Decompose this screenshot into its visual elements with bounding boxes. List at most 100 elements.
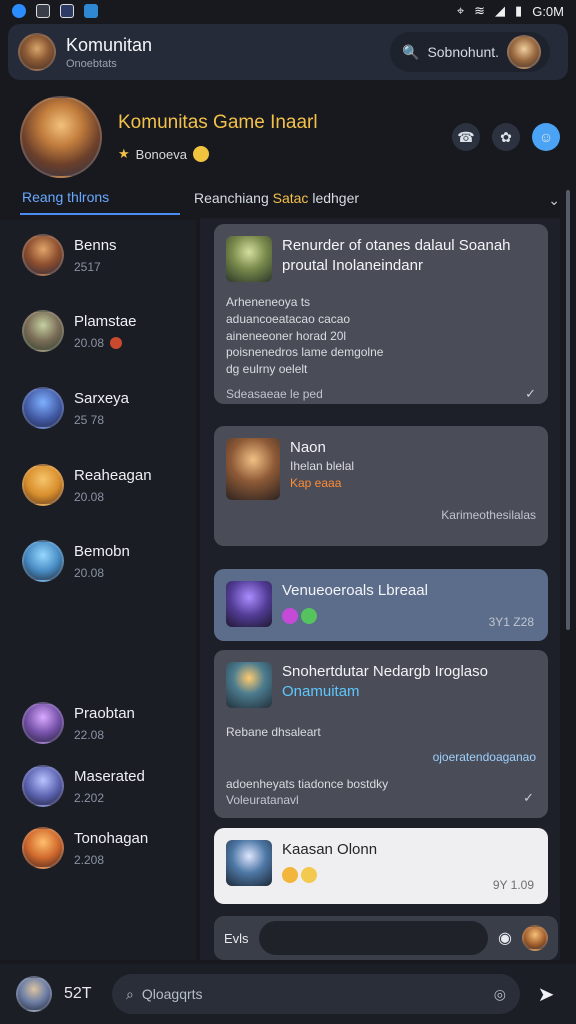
message-line: Kap eaaa: [290, 476, 342, 491]
contact-avatar: [22, 702, 64, 744]
emoji-icon: [282, 608, 298, 625]
tab-second-prefix: Reanchiang: [194, 190, 269, 206]
message-line: Ihelan blelal: [290, 459, 355, 474]
message-footer: 3Y1 Z28: [488, 615, 534, 629]
message-thumbnail: [226, 662, 272, 708]
send-icon[interactable]: ➤: [532, 982, 560, 1007]
composer-input[interactable]: [258, 921, 489, 955]
bottom-count: 52T: [64, 985, 92, 1002]
message-title: Kaasan Olonn: [282, 841, 378, 858]
mail-icon: [36, 4, 50, 18]
contact-name: Plamstae: [74, 312, 137, 330]
emoji-icon: [301, 608, 318, 625]
tab-strip: Reang thlrons Reanchiang Satac ledhger ⌄: [20, 184, 560, 216]
messenger-icon: [12, 4, 26, 18]
contact-item[interactable]: Sarxeya 25 78: [22, 387, 129, 429]
contact-time: 20.08: [74, 489, 105, 504]
search-text: Sobnohunt.: [427, 44, 500, 60]
app-title: Komunitan: [66, 34, 153, 55]
status-time: G:0M: [532, 3, 564, 19]
contact-time: 2.208: [74, 852, 105, 867]
message-footer: Karimeothesilalas: [441, 508, 536, 522]
bottom-bar: 52T ⌕ Qloagqrts ◎ ➤: [0, 964, 576, 1024]
contact-time: 25 78: [74, 412, 105, 427]
message-bubble[interactable]: Venueoeroals Lbreaal 3Y1 Z28: [214, 569, 548, 641]
message-line: adoenheyats tiadonce bostdky: [226, 776, 389, 791]
top-app-bar: Komunitan Onoebtats 🔍 Sobnohunt.: [8, 24, 568, 80]
profile-icon[interactable]: ☺: [532, 123, 560, 151]
search-bar[interactable]: 🔍 Sobnohunt.: [390, 32, 550, 72]
tab-second-highlight: Satac: [272, 190, 309, 206]
contact-time: 22.08: [74, 727, 105, 742]
contact-item[interactable]: Maserated 2.202: [22, 765, 145, 807]
contact-item[interactable]: Praobtan 22.08: [22, 702, 135, 744]
message-footer: 9Y 1.09: [492, 878, 534, 892]
message-bubble[interactable]: Snohertdutar Nedargb Iroglaso Onamuitam …: [214, 650, 548, 818]
contact-name: Tonohagan: [74, 829, 149, 847]
contact-item[interactable]: Plamstae 20.08: [22, 310, 137, 352]
reaction-row: [282, 607, 428, 625]
message-line: Rebane dhsaleart: [226, 725, 321, 739]
app-icon: [60, 4, 74, 18]
crown-icon: ★: [118, 146, 130, 161]
message-thumbnail: [226, 236, 272, 282]
message-line: Voleuratanavl: [226, 793, 299, 808]
tab-first[interactable]: Reang thlrons: [20, 185, 180, 215]
message-line: aineneeoner horad 20l: [226, 328, 347, 343]
contact-name: Bemobn: [74, 542, 130, 560]
message-title: Snohertdutar Nedargb Iroglaso: [282, 663, 488, 680]
search-avatar: [507, 35, 542, 69]
contact-item[interactable]: Benns 2517: [22, 234, 117, 276]
composer-avatar: [522, 925, 548, 951]
group-name: Komunitas Game Inaarl: [118, 112, 318, 133]
message-bubble[interactable]: Naon Ihelan blelal Kap eaaa Karimeothesi…: [214, 426, 548, 546]
wifi-icon: ≋: [474, 3, 486, 18]
message-line: poisnenedros lame demgolne: [226, 345, 384, 360]
signal-icon: ◢: [495, 3, 506, 18]
contact-item[interactable]: Tonohagan 2.208: [22, 827, 148, 869]
game-icon: [84, 4, 98, 18]
message-thumbnail: [226, 840, 272, 886]
contact-item[interactable]: Reaheagan 20.08: [22, 464, 152, 506]
tab-second[interactable]: Reanchiang Satac ledhger: [192, 186, 361, 214]
message-line: ojoeratendoaganao: [432, 749, 536, 764]
contact-time: 20.08: [74, 565, 105, 580]
composer-label: Evls: [224, 930, 249, 946]
message-bubble[interactable]: Kaasan Olonn 9Y 1.09: [214, 828, 548, 904]
message-line: dg eulrny oelelt: [226, 362, 308, 377]
message-title: Renurder of otanes dalaul Soanah proutal…: [282, 237, 511, 275]
reaction-icon[interactable]: ✿: [492, 123, 520, 151]
message-input[interactable]: ⌕ Qloagqrts ◎: [112, 974, 520, 1014]
message-subtitle: Onamuitam: [282, 683, 360, 701]
contact-time: 20.08: [74, 336, 137, 350]
message-thumbnail: [226, 438, 280, 500]
emoji-icon: [301, 867, 318, 884]
camera-icon[interactable]: ◉: [498, 928, 512, 948]
bottom-avatar[interactable]: [16, 976, 52, 1012]
chat-composer: Evls ◉: [214, 916, 558, 960]
search-icon: 🔍: [402, 43, 420, 60]
scrollbar[interactable]: [566, 190, 570, 630]
contact-name: Praobtan: [74, 704, 135, 722]
reaction-row: [282, 866, 377, 884]
search-icon: ⌕: [126, 985, 134, 1002]
chevron-down-icon[interactable]: ⌄: [548, 192, 560, 209]
status-bar: ⌖ ≋ ◢ ▮ G:0M: [0, 0, 576, 22]
app-subtitle: Onoebtats: [66, 57, 117, 70]
contact-avatar: [22, 387, 64, 429]
smile-emoji-icon: [192, 146, 209, 162]
contact-time: 2.202: [74, 790, 105, 805]
message-line: Arheneneoya ts: [226, 295, 311, 309]
message-title: Venueoeroals Lbreaal: [282, 582, 428, 599]
group-avatar[interactable]: [20, 96, 102, 178]
group-header: Komunitas Game Inaarl ★ Bonoeva ☎ ✿ ☺: [20, 92, 560, 182]
message-footer: Sdeasaeae le ped: [226, 386, 323, 401]
phone-icon[interactable]: ☎: [452, 123, 480, 151]
chat-panel: Renurder of otanes dalaul Soanah proutal…: [200, 218, 560, 960]
profile-avatar[interactable]: [18, 33, 56, 71]
contact-name: Benns: [74, 236, 117, 254]
message-bubble[interactable]: Renurder of otanes dalaul Soanah proutal…: [214, 224, 548, 404]
emoji-picker-icon[interactable]: ◎: [494, 986, 506, 1003]
contact-item[interactable]: Bemobn 20.08: [22, 540, 130, 582]
location-icon: ⌖: [456, 3, 465, 18]
